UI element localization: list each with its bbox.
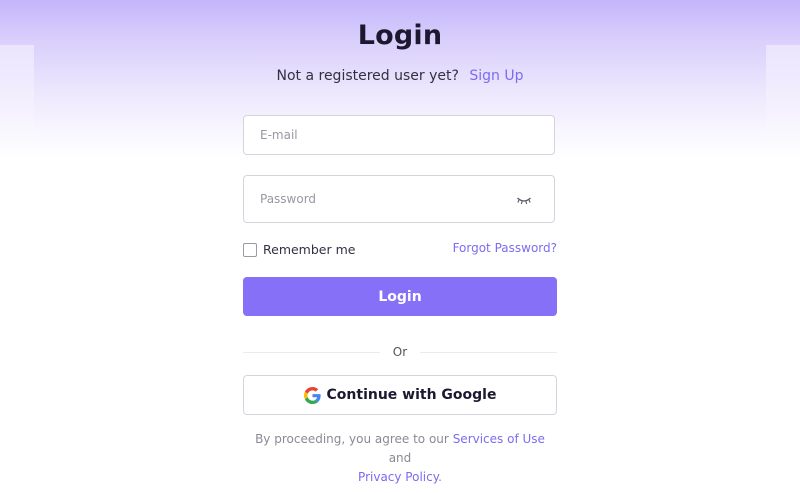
password-field[interactable] <box>244 176 536 222</box>
signup-link[interactable]: Sign Up <box>469 68 523 84</box>
background-panel-right <box>766 45 800 165</box>
terms-conjunction: and <box>388 451 412 465</box>
email-field-wrapper <box>243 115 555 155</box>
signup-prompt-text: Not a registered user yet? <box>276 68 459 84</box>
terms-notice: By proceeding, you agree to our Services… <box>243 430 557 487</box>
password-field-wrapper <box>243 175 555 223</box>
signup-prompt: Not a registered user yet? Sign Up <box>243 68 557 84</box>
or-divider: Or <box>243 344 557 362</box>
remember-label[interactable]: Remember me <box>263 242 355 257</box>
email-field[interactable] <box>244 116 536 154</box>
forgot-password-link[interactable]: Forgot Password? <box>453 241 557 255</box>
remember-checkbox[interactable] <box>243 243 257 257</box>
eye-closed-icon[interactable] <box>516 192 532 206</box>
login-button[interactable]: Login <box>243 277 557 316</box>
google-login-button[interactable]: Continue with Google <box>243 375 557 415</box>
terms-suffix: . <box>438 470 442 484</box>
privacy-policy-link[interactable]: Privacy Policy <box>358 470 438 484</box>
background-panel-left <box>0 45 34 165</box>
google-icon <box>303 386 321 404</box>
services-of-use-link[interactable]: Services of Use <box>453 432 545 446</box>
page-title: Login <box>357 20 443 51</box>
remember-row: Remember me Forgot Password? <box>243 241 557 261</box>
terms-prefix: By proceeding, you agree to our <box>255 432 449 446</box>
divider-line-right <box>420 352 557 353</box>
google-button-label: Continue with Google <box>326 387 497 403</box>
